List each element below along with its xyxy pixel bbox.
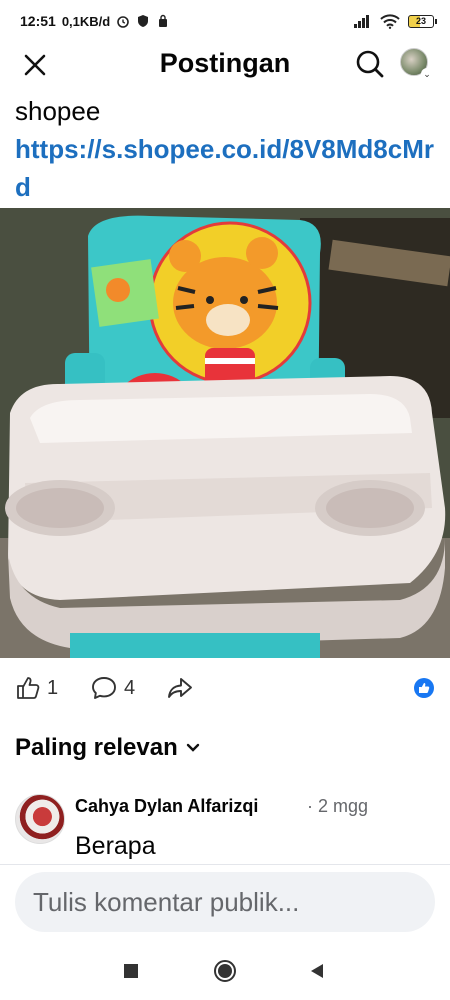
battery-level: 23 [415, 16, 426, 26]
post-caption: shopee [15, 96, 101, 126]
signal-icon [354, 15, 369, 28]
sort-label: Paling relevan [15, 734, 178, 761]
like-button[interactable]: 1 [15, 675, 58, 701]
like-icon [17, 677, 40, 699]
post-text: shopee https://s.shopee.co.id/8V8Md8cMrd [15, 92, 440, 206]
status-bar: 12:51 0,1KB/d 23 [0, 0, 450, 42]
comment-time: · 2 mgg [307, 796, 369, 816]
app-bar: Postingan ⌄ [0, 42, 450, 88]
search-icon [356, 50, 384, 78]
baby-chair-photo [0, 208, 450, 658]
circle-nav-icon [214, 960, 236, 982]
comment-composer [15, 872, 435, 932]
chevron-down-icon[interactable]: ⌄ [421, 68, 433, 80]
post-link[interactable]: https://s.shopee.co.id/8V8Md8cMrd [15, 130, 440, 206]
search-button[interactable] [354, 48, 386, 80]
back-button[interactable] [302, 956, 332, 986]
post-image[interactable] [0, 208, 450, 658]
comment-text: Berapa [75, 832, 156, 860]
comment-icon [92, 677, 116, 699]
commenter-name[interactable]: Cahya Dylan Alfarizqi [75, 796, 258, 817]
lock-icon [159, 14, 168, 27]
post-actions: 1 4 [0, 670, 450, 706]
network-speed: 0,1KB/d [61, 13, 111, 29]
alarm-icon [117, 16, 130, 28]
share-icon [168, 678, 192, 698]
home-button[interactable] [210, 956, 240, 986]
like-reaction-icon[interactable] [414, 678, 434, 698]
comment-input[interactable] [15, 872, 435, 932]
system-nav-bar [0, 942, 450, 1000]
wifi-icon [380, 13, 400, 29]
chevron-down-icon [186, 743, 199, 752]
thumb-up-icon [419, 683, 430, 693]
status-time: 12:51 [20, 13, 56, 29]
commenter-avatar[interactable] [15, 794, 65, 844]
comment-count: 4 [124, 676, 136, 699]
like-count: 1 [47, 676, 59, 699]
share-button[interactable] [166, 675, 194, 701]
battery-icon: 23 [408, 14, 437, 28]
divider [0, 864, 450, 865]
square-nav-icon [124, 964, 138, 978]
back-nav-icon [311, 964, 323, 978]
shield-icon [138, 15, 149, 27]
sort-dropdown[interactable]: Paling relevan [15, 734, 202, 762]
recents-button[interactable] [116, 956, 146, 986]
comment-button[interactable]: 4 [90, 675, 135, 701]
